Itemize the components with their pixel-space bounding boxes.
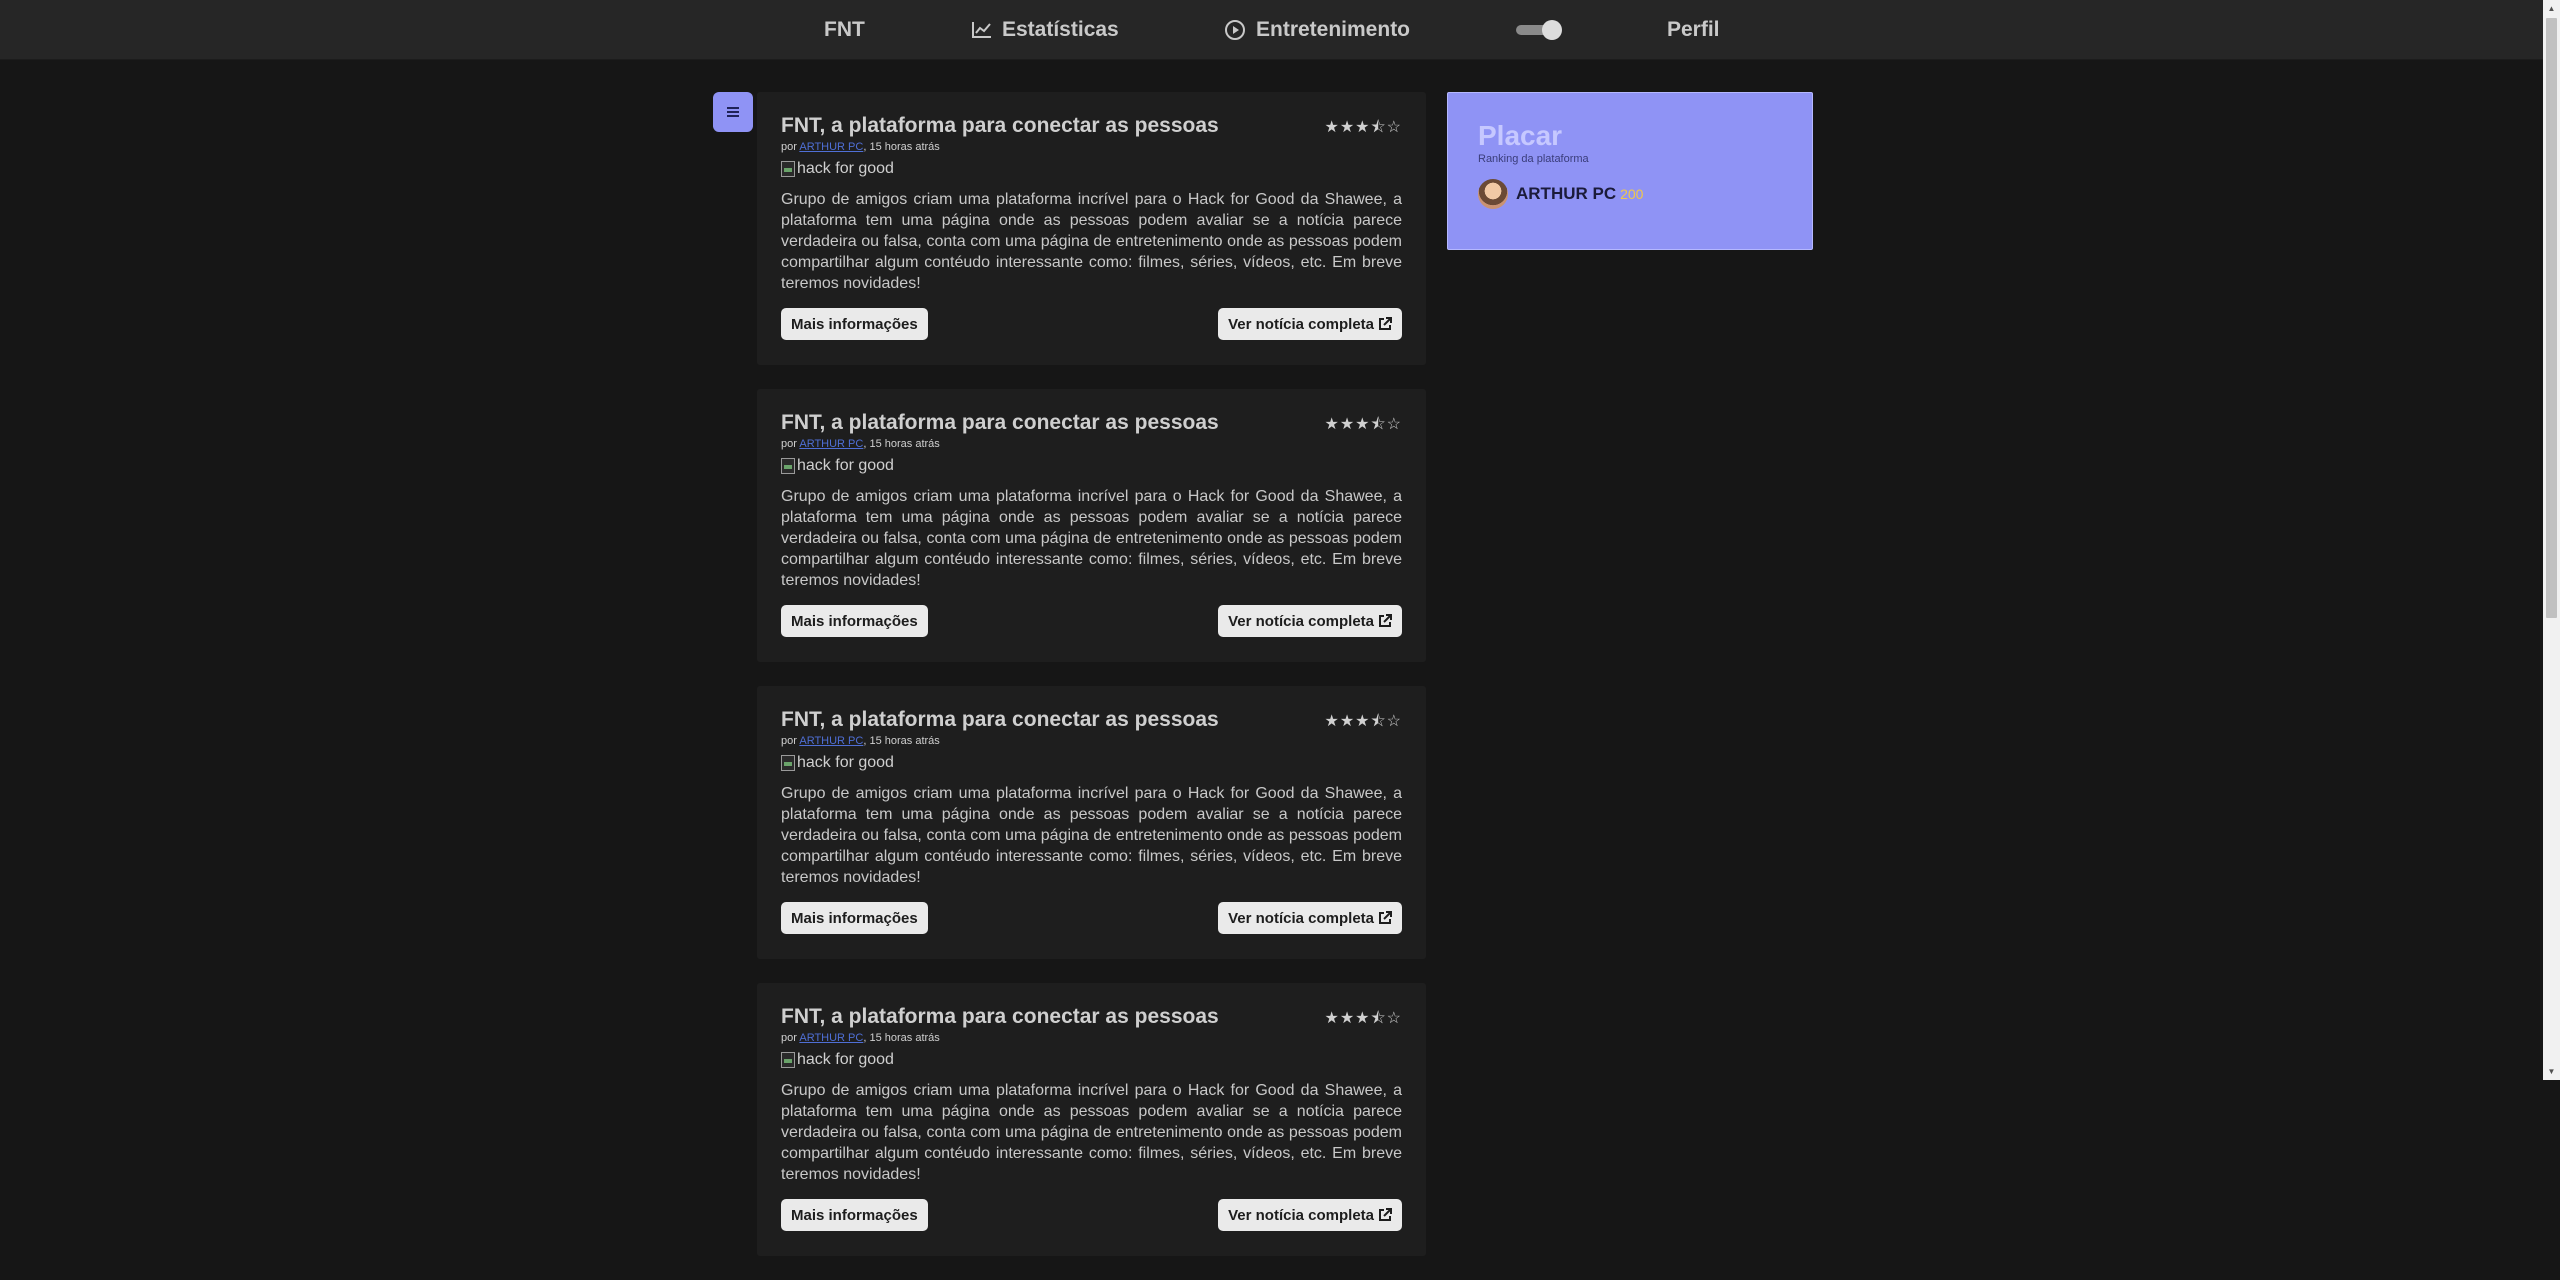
scoreboard-panel: Placar Ranking da plataforma ARTHUR PC 2… (1447, 92, 1813, 250)
news-actions: Mais informações Ver notícia completa (781, 605, 1402, 637)
nav-entertainment-label: Entretenimento (1256, 18, 1411, 41)
view-full-news-button[interactable]: Ver notícia completa (1218, 605, 1402, 637)
nav-statistics[interactable]: Estatísticas (972, 0, 1119, 60)
view-full-label: Ver notícia completa (1228, 909, 1374, 927)
news-body: Grupo de amigos criam uma plataforma inc… (781, 785, 1402, 886)
more-info-label: Mais informações (791, 1206, 918, 1224)
news-meta: por ARTHUR PC, 15 horas atrás (781, 734, 1402, 748)
scroll-up-arrow-icon[interactable]: ▲ (2543, 0, 2560, 17)
news-card: FNT, a plataforma para conectar as pesso… (757, 686, 1426, 959)
rating-stars[interactable]: ★★★⯪☆ (1324, 413, 1402, 440)
author-link[interactable]: ARTHUR PC (799, 1032, 863, 1044)
news-meta: por ARTHUR PC, 15 horas atrás (781, 1031, 1402, 1045)
external-link-icon (1379, 1208, 1392, 1221)
news-body: Grupo de amigos criam uma plataforma inc… (781, 1082, 1402, 1183)
author-link[interactable]: ARTHUR PC (799, 735, 863, 747)
more-info-button[interactable]: Mais informações (781, 1199, 928, 1231)
meta-time: , 15 horas atrás (863, 141, 940, 153)
nav-profile-label: Perfil (1667, 18, 1720, 41)
news-image: hack for good (781, 1050, 1402, 1070)
brand-label: FNT (824, 18, 865, 41)
scroll-down-arrow-icon[interactable]: ▼ (2543, 1063, 2560, 1080)
broken-image-icon (781, 161, 795, 177)
news-image: hack for good (781, 456, 1402, 476)
meta-prefix: por (781, 438, 797, 450)
news-card: FNT, a plataforma para conectar as pesso… (757, 983, 1426, 1256)
news-title: FNT, a plataforma para conectar as pesso… (781, 114, 1219, 137)
news-feed: FNT, a plataforma para conectar as pesso… (757, 92, 1426, 1280)
author-link[interactable]: ARTHUR PC (799, 438, 863, 450)
meta-prefix: por (781, 141, 797, 153)
view-full-label: Ver notícia completa (1228, 1206, 1374, 1224)
play-circle-icon (1225, 20, 1245, 40)
meta-prefix: por (781, 1032, 797, 1044)
nav-brand[interactable]: FNT (824, 0, 865, 60)
view-full-label: Ver notícia completa (1228, 315, 1374, 333)
author-link[interactable]: ARTHUR PC (799, 141, 863, 153)
news-title: FNT, a plataforma para conectar as pesso… (781, 708, 1219, 731)
rating-stars[interactable]: ★★★⯪☆ (1324, 116, 1402, 143)
nav-statistics-label: Estatísticas (1002, 18, 1119, 41)
rating-stars[interactable]: ★★★⯪☆ (1324, 710, 1402, 737)
chart-line-icon (972, 22, 991, 38)
news-actions: Mais informações Ver notícia completa (781, 902, 1402, 934)
ranking-entry[interactable]: ARTHUR PC 200 (1478, 179, 1782, 209)
top-navbar: FNT Estatísticas Entretenimento Perfil (0, 0, 2543, 60)
news-title: FNT, a plataforma para conectar as pesso… (781, 411, 1219, 434)
news-body: Grupo de amigos criam uma plataforma inc… (781, 191, 1402, 292)
news-image-alt: hack for good (797, 457, 894, 474)
avatar (1478, 179, 1508, 209)
meta-time: , 15 horas atrás (863, 1032, 940, 1044)
more-info-button[interactable]: Mais informações (781, 902, 928, 934)
nav-entertainment[interactable]: Entretenimento (1224, 0, 1410, 60)
sidebar-toggle-button[interactable] (713, 92, 753, 132)
news-card: FNT, a plataforma para conectar as pesso… (757, 389, 1426, 662)
view-full-label: Ver notícia completa (1228, 612, 1374, 630)
ranking-score: 200 (1620, 186, 1644, 202)
news-card: FNT, a plataforma para conectar as pesso… (757, 92, 1426, 365)
news-body: Grupo de amigos criam uma plataforma inc… (781, 488, 1402, 589)
view-full-news-button[interactable]: Ver notícia completa (1218, 1199, 1402, 1231)
news-image-alt: hack for good (797, 160, 894, 177)
toggle-knob (1542, 20, 1562, 40)
broken-image-icon (781, 755, 795, 771)
view-full-news-button[interactable]: Ver notícia completa (1218, 308, 1402, 340)
meta-time: , 15 horas atrás (863, 438, 940, 450)
news-actions: Mais informações Ver notícia completa (781, 1199, 1402, 1231)
more-info-label: Mais informações (791, 315, 918, 333)
news-image: hack for good (781, 159, 1402, 179)
news-image-alt: hack for good (797, 1051, 894, 1068)
more-info-button[interactable]: Mais informações (781, 308, 928, 340)
news-actions: Mais informações Ver notícia completa (781, 308, 1402, 340)
rating-stars[interactable]: ★★★⯪☆ (1324, 1007, 1402, 1034)
nav-profile[interactable]: Perfil (1667, 0, 1720, 60)
more-info-label: Mais informações (791, 612, 918, 630)
view-full-news-button[interactable]: Ver notícia completa (1218, 902, 1402, 934)
news-image: hack for good (781, 753, 1402, 773)
external-link-icon (1379, 614, 1392, 627)
ranking-name: ARTHUR PC (1516, 184, 1617, 203)
news-meta: por ARTHUR PC, 15 horas atrás (781, 140, 1402, 154)
news-meta: por ARTHUR PC, 15 horas atrás (781, 437, 1402, 451)
scoreboard-title: Placar (1478, 120, 1563, 151)
more-info-button[interactable]: Mais informações (781, 605, 928, 637)
meta-time: , 15 horas atrás (863, 735, 940, 747)
news-title: FNT, a plataforma para conectar as pesso… (781, 1005, 1219, 1028)
scroll-thumb[interactable] (2546, 18, 2557, 618)
broken-image-icon (781, 1052, 795, 1068)
news-image-alt: hack for good (797, 754, 894, 771)
page-scrollbar[interactable]: ▲ ▼ (2543, 0, 2560, 1080)
scoreboard-subtitle: Ranking da plataforma (1478, 153, 1589, 165)
external-link-icon (1379, 911, 1392, 924)
external-link-icon (1379, 317, 1392, 330)
more-info-label: Mais informações (791, 909, 918, 927)
broken-image-icon (781, 458, 795, 474)
hamburger-menu-icon (727, 107, 739, 117)
meta-prefix: por (781, 735, 797, 747)
theme-toggle[interactable] (1516, 20, 1562, 40)
